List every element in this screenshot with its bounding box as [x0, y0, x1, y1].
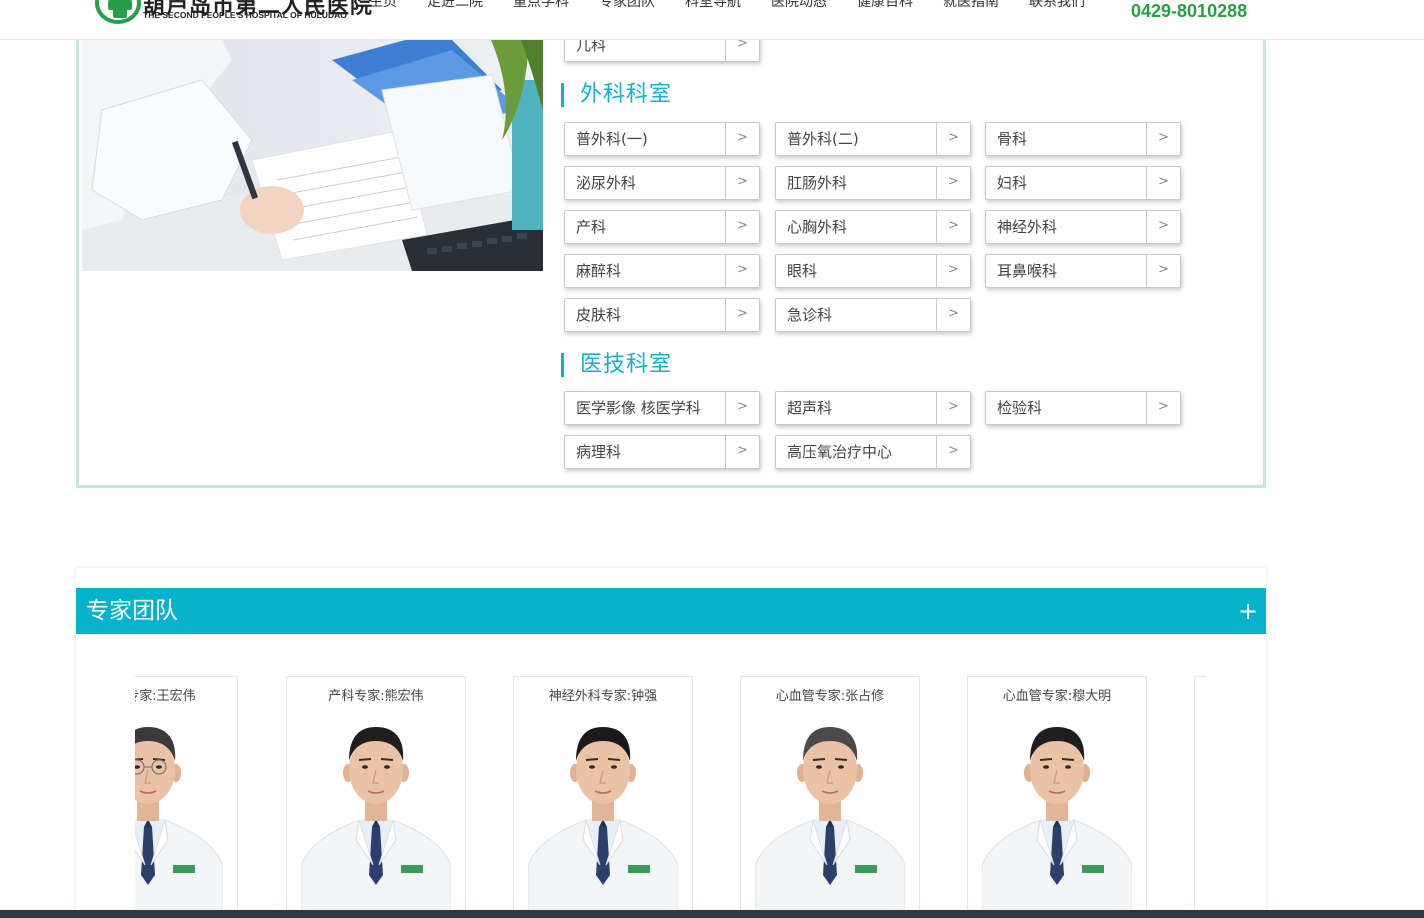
expert-name-label: 产科专家:熊宏伟	[328, 689, 424, 704]
expert-card[interactable]: 产科专家:熊宏伟	[286, 676, 466, 918]
logo-emblem-icon	[95, 0, 141, 24]
dept-label: 产科	[576, 218, 607, 236]
dept-button[interactable]: 普外科(一) >	[564, 122, 760, 156]
chevron-right-icon: >	[936, 436, 970, 468]
nav-health[interactable]: 健康百科	[857, 0, 913, 11]
chevron-right-icon: >	[936, 211, 970, 243]
chevron-right-icon: >	[725, 167, 759, 199]
expert-card[interactable]	[1194, 676, 1206, 918]
site-header: 葫芦岛市第二人民医院 THE SECOND PEOPLE'S HOSPITAL …	[0, 0, 1424, 40]
dept-button[interactable]: 产科 >	[564, 210, 760, 244]
dept-label: 骨科	[997, 130, 1028, 148]
main-nav: 主页 走进二院 重点学科 专家团队 科室导航 医院动态 健康百科 就医指南 联系…	[369, 0, 1115, 11]
nav-about[interactable]: 走进二院	[427, 0, 483, 11]
chevron-right-icon: >	[1146, 167, 1180, 199]
chevron-right-icon: >	[936, 392, 970, 424]
logo-english-name: THE SECOND PEOPLE'S HOSPITAL OF HULUDAO	[143, 10, 347, 20]
dept-label: 耳鼻喉科	[997, 262, 1058, 280]
nav-guide[interactable]: 就医指南	[943, 0, 999, 11]
chevron-right-icon: >	[725, 211, 759, 243]
expert-card[interactable]: 神经外科专家:钟强	[513, 676, 693, 918]
dept-button[interactable]: 眼科 >	[775, 254, 971, 288]
dept-button[interactable]: 妇科 >	[985, 166, 1181, 200]
expert-team-title: 专家团队	[86, 598, 178, 624]
chevron-right-icon: >	[936, 123, 970, 155]
dept-label: 普外科(二)	[787, 130, 859, 148]
dept-button[interactable]: 心胸外科 >	[775, 210, 971, 244]
chevron-right-icon: >	[1146, 255, 1180, 287]
footer-strip	[0, 910, 1424, 918]
expert-photo	[301, 727, 451, 915]
expert-name-label: 心血管专家:穆大明	[1002, 689, 1112, 704]
expert-photo	[135, 727, 223, 915]
expert-team-section: 专家团队 + 外科专家:王宏伟 产科专家:熊宏伟 神经外科专家:钟强 心血管专家…	[76, 568, 1266, 918]
dept-label: 检验科	[997, 399, 1043, 417]
dept-label: 普外科(一)	[576, 130, 648, 148]
departments-panel: 儿科 > 外科科室 普外科(一) > 普外科(二) > 骨科 > 泌尿外科 > 肛肠外科…	[76, 20, 1266, 488]
dept-label: 肛肠外科	[787, 174, 848, 192]
dept-button[interactable]: 高压氧治疗中心 >	[775, 435, 971, 469]
dept-label: 超声科	[787, 399, 833, 417]
nav-news[interactable]: 医院动态	[771, 0, 827, 11]
hotline-phone: 0429-8010288	[1131, 1, 1248, 21]
nav-contact[interactable]: 联系我们	[1029, 0, 1085, 11]
expert-name-label: 心血管专家:张占修	[775, 689, 885, 704]
dept-label: 麻醉科	[576, 262, 622, 280]
expert-card[interactable]: 心血管专家:张占修	[740, 676, 920, 918]
dept-button[interactable]: 急诊科 >	[775, 298, 971, 332]
dept-button[interactable]: 骨科 >	[985, 122, 1181, 156]
chevron-right-icon: >	[1146, 123, 1180, 155]
dept-button[interactable]: 医学影像 核医学科 >	[564, 391, 760, 425]
hospital-logo[interactable]: 葫芦岛市第二人民医院 THE SECOND PEOPLE'S HOSPITAL …	[95, 0, 372, 26]
chevron-right-icon: >	[725, 123, 759, 155]
expert-card[interactable]: 心血管专家:穆大明	[967, 676, 1147, 918]
expert-name-label: 外科专家:王宏伟	[135, 689, 196, 704]
expert-carousel[interactable]: 外科专家:王宏伟 产科专家:熊宏伟 神经外科专家:钟强 心血管专家:张占修 心血…	[135, 676, 1206, 918]
dept-label: 急诊科	[787, 306, 833, 324]
expert-team-header: 专家团队 +	[76, 588, 1266, 634]
expert-card[interactable]: 外科专家:王宏伟	[135, 676, 238, 918]
dept-label: 病理科	[576, 443, 622, 461]
chevron-right-icon: >	[936, 167, 970, 199]
dept-label: 眼科	[787, 262, 818, 280]
chevron-right-icon: >	[725, 392, 759, 424]
expert-name-label: 神经外科专家:钟强	[548, 689, 658, 704]
nav-home[interactable]: 主页	[369, 0, 397, 11]
dept-label: 高压氧治疗中心	[787, 443, 893, 461]
dept-label: 心胸外科	[787, 218, 848, 236]
dept-label: 妇科	[997, 174, 1028, 192]
dept-button[interactable]: 耳鼻喉科 >	[985, 254, 1181, 288]
doctor-writing-photo	[82, 20, 543, 271]
dept-button[interactable]: 皮肤科 >	[564, 298, 760, 332]
chevron-right-icon: >	[1146, 392, 1180, 424]
dept-label: 医学影像 核医学科	[576, 399, 701, 417]
dept-button[interactable]: 肛肠外科 >	[775, 166, 971, 200]
dept-label: 皮肤科	[576, 306, 622, 324]
dept-button[interactable]: 泌尿外科 >	[564, 166, 760, 200]
medtech-section-title: 医技科室	[561, 353, 672, 377]
plus-icon[interactable]: +	[1238, 599, 1258, 623]
chevron-right-icon: >	[936, 299, 970, 331]
dept-button[interactable]: 检验科 >	[985, 391, 1181, 425]
nav-key-disciplines[interactable]: 重点学科	[513, 0, 569, 11]
dept-button[interactable]: 超声科 >	[775, 391, 971, 425]
chevron-right-icon: >	[725, 255, 759, 287]
chevron-right-icon: >	[1146, 211, 1180, 243]
chevron-right-icon: >	[725, 436, 759, 468]
chevron-right-icon: >	[936, 255, 970, 287]
dept-button[interactable]: 普外科(二) >	[775, 122, 971, 156]
dept-label: 泌尿外科	[576, 174, 637, 192]
nav-experts[interactable]: 专家团队	[599, 0, 655, 11]
dept-label: 神经外科	[997, 218, 1058, 236]
expert-photo	[528, 727, 678, 915]
nav-departments[interactable]: 科室导航	[685, 0, 741, 11]
dept-button[interactable]: 麻醉科 >	[564, 254, 760, 288]
dept-button[interactable]: 神经外科 >	[985, 210, 1181, 244]
expert-photo	[982, 727, 1132, 915]
chevron-right-icon: >	[725, 299, 759, 331]
dept-button[interactable]: 病理科 >	[564, 435, 760, 469]
surgery-section-title: 外科科室	[561, 83, 672, 107]
expert-photo	[755, 727, 905, 915]
